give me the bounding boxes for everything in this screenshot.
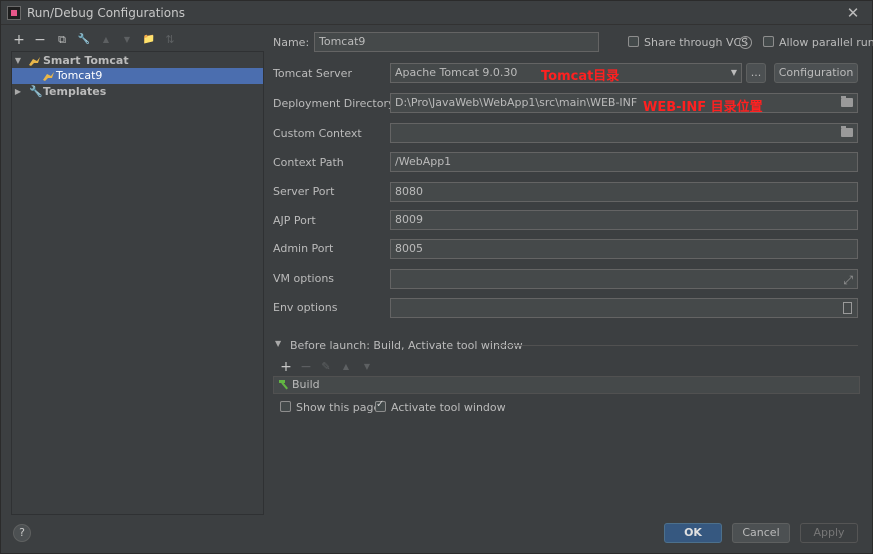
admin-port-input[interactable]: 8005	[390, 239, 858, 259]
move-up-button[interactable]: ▲	[98, 31, 114, 49]
admin-port-label: Admin Port	[273, 242, 334, 255]
document-icon[interactable]	[843, 302, 852, 314]
browse-server-button[interactable]: ...	[746, 63, 766, 83]
show-page-checkbox[interactable]	[280, 401, 291, 412]
edit-task-button[interactable]: ✎	[318, 358, 334, 376]
list-item[interactable]: Build	[274, 377, 859, 393]
add-config-button[interactable]: +	[11, 31, 27, 49]
move-task-down-button[interactable]: ▼	[359, 358, 375, 376]
separator	[495, 345, 858, 346]
add-task-button[interactable]: +	[278, 358, 294, 376]
ajp-port-input[interactable]: 8009	[390, 210, 858, 230]
title-bar: Run/Debug Configurations ✕	[1, 1, 872, 25]
tomcat-icon	[43, 72, 54, 81]
folder-icon[interactable]	[841, 126, 853, 137]
tomcat-server-label: Tomcat Server	[273, 67, 352, 80]
remove-config-button[interactable]: −	[32, 31, 48, 49]
folder-icon[interactable]	[841, 96, 853, 107]
ok-button[interactable]: OK	[664, 523, 722, 543]
help-icon[interactable]: ?	[739, 36, 752, 49]
tree-item-smart-tomcat[interactable]: ▼ Smart Tomcat	[12, 53, 263, 69]
chevron-down-icon[interactable]: ▼	[13, 53, 23, 69]
context-path-label: Context Path	[273, 156, 344, 169]
move-down-button[interactable]: ▼	[119, 31, 135, 49]
vm-options-input[interactable]: ⤢	[390, 269, 858, 289]
context-path-input[interactable]: /WebApp1	[390, 152, 858, 172]
app-icon	[7, 6, 21, 20]
before-launch-header[interactable]: Before launch: Build, Activate tool wind…	[290, 339, 523, 352]
tree-item-label: Tomcat9	[56, 69, 103, 82]
hammer-icon	[279, 380, 288, 390]
config-toolbar: + − ⧉ 🔧 ▲ ▼ 📁 ⇅	[11, 31, 261, 49]
server-port-input[interactable]: 8080	[390, 182, 858, 202]
move-task-up-button[interactable]: ▲	[338, 358, 354, 376]
activate-tool-window-label: Activate tool window	[391, 401, 506, 414]
run-debug-dialog: Run/Debug Configurations ✕ + − ⧉ 🔧 ▲ ▼ 📁…	[0, 0, 873, 554]
name-input[interactable]: Tomcat9	[314, 32, 599, 52]
deployment-directory-input[interactable]: D:\Pro\JavaWeb\WebApp1\src\main\WEB-INF	[390, 93, 858, 113]
deployment-directory-label: Deployment Directory	[273, 97, 395, 110]
tomcat-icon	[29, 57, 40, 66]
ajp-port-label: AJP Port	[273, 214, 316, 227]
remove-task-button[interactable]: −	[298, 358, 314, 376]
edit-defaults-button[interactable]: 🔧	[76, 31, 92, 49]
activate-tool-window-checkbox[interactable]	[375, 399, 386, 412]
folder-icon: 📁	[142, 34, 156, 45]
tree-item-label: Smart Tomcat	[43, 54, 129, 67]
configuration-button[interactable]: Configuration	[774, 63, 858, 83]
annotation-tomcat-dir: Tomcat目录	[541, 69, 620, 84]
deployment-directory-value: D:\Pro\JavaWeb\WebApp1\src\main\WEB-INF	[395, 96, 638, 109]
allow-parallel-label: Allow parallel run	[779, 36, 873, 49]
tree-item-templates[interactable]: ▶ 🔧 Templates	[12, 84, 263, 100]
wrench-icon: 🔧	[77, 34, 91, 45]
cancel-button[interactable]: Cancel	[732, 523, 790, 543]
allow-parallel-checkbox[interactable]	[763, 36, 774, 47]
tomcat-server-value: Apache Tomcat 9.0.30	[395, 66, 518, 79]
wrench-icon: 🔧	[29, 85, 43, 98]
help-button[interactable]: ?	[13, 524, 31, 542]
copy-config-button[interactable]: ⧉	[54, 31, 70, 49]
custom-context-input[interactable]	[390, 123, 858, 143]
show-page-label: Show this page	[296, 401, 381, 414]
task-label: Build	[292, 378, 320, 391]
create-folder-button[interactable]: 📁	[141, 31, 157, 49]
share-vcs-label: Share through VCS	[644, 36, 749, 49]
config-tree: ▼ Smart Tomcat Tomcat9 ▶ 🔧 Templates	[11, 51, 264, 515]
expand-icon[interactable]: ⤢	[843, 271, 853, 288]
custom-context-label: Custom Context	[273, 127, 362, 140]
annotation-webinf-dir: WEB-INF 目录位置	[643, 100, 763, 115]
chevron-right-icon[interactable]: ▶	[13, 84, 23, 100]
close-button[interactable]: ✕	[844, 4, 862, 22]
before-launch-list: Build	[273, 376, 860, 394]
apply-button[interactable]: Apply	[800, 523, 858, 543]
tree-item-label: Templates	[43, 85, 107, 98]
chevron-down-icon: ▼	[730, 68, 737, 77]
share-vcs-checkbox[interactable]	[628, 36, 639, 47]
sort-button[interactable]: ⇅	[162, 31, 178, 49]
server-port-label: Server Port	[273, 185, 335, 198]
chevron-down-icon[interactable]: ▼	[275, 339, 281, 348]
env-options-label: Env options	[273, 301, 338, 314]
name-label: Name:	[273, 36, 310, 49]
vm-options-label: VM options	[273, 272, 335, 285]
tree-item-tomcat9[interactable]: Tomcat9	[12, 68, 263, 84]
window-title: Run/Debug Configurations	[27, 6, 185, 20]
env-options-input[interactable]	[390, 298, 858, 318]
